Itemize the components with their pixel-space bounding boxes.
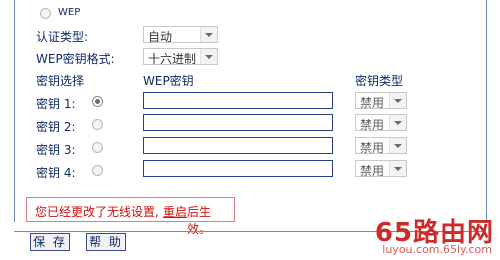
wep-label: WEP — [58, 7, 81, 18]
key-4-input[interactable] — [143, 160, 333, 177]
key-2-radio[interactable] — [92, 119, 103, 130]
reboot-link[interactable]: 重启 — [163, 203, 187, 220]
auth-type-label: 认证类型: — [36, 30, 89, 44]
key-4-type-value: 禁用 — [360, 164, 385, 178]
col-header-key-type: 密钥类型 — [355, 74, 404, 88]
auth-type-select[interactable]: 自动 — [143, 26, 218, 44]
key-3-type-select[interactable]: 禁用 — [355, 137, 407, 155]
key-3-input[interactable] — [143, 137, 333, 154]
key-1-radio[interactable] — [92, 96, 103, 107]
col-header-key-select: 密钥选择 — [36, 74, 85, 88]
notice-text-before: 您已经更改了无线设置, — [35, 205, 159, 219]
key-3-type-value: 禁用 — [360, 141, 385, 155]
frame-left-border — [14, 0, 15, 222]
save-button[interactable]: 保 存 — [30, 233, 70, 251]
chevron-down-icon — [200, 49, 217, 64]
key-1-type-select[interactable]: 禁用 — [355, 92, 407, 110]
key-2-type-value: 禁用 — [360, 118, 385, 132]
wep-radio[interactable] — [40, 8, 51, 19]
frame-right-border — [486, 0, 487, 222]
key-row-label: 密钥 4: — [36, 166, 76, 180]
key-1-type-value: 禁用 — [360, 96, 385, 110]
site-watermark-url: luyou.com.65ly.com — [382, 243, 492, 256]
key-row-label: 密钥 2: — [36, 120, 76, 134]
key-4-radio[interactable] — [92, 165, 103, 176]
wep-key-format-label: WEP密钥格式: — [36, 52, 115, 66]
col-header-wep-key: WEP密钥 — [143, 74, 194, 88]
key-2-type-select[interactable]: 禁用 — [355, 114, 407, 132]
chevron-down-icon — [389, 93, 406, 108]
chevron-down-icon — [389, 161, 406, 176]
key-2-input[interactable] — [143, 114, 333, 131]
key-row-label: 密钥 1: — [36, 97, 76, 111]
key-1-input[interactable] — [143, 92, 333, 109]
key-4-type-select[interactable]: 禁用 — [355, 160, 407, 178]
chevron-down-icon — [200, 27, 217, 42]
wep-key-format-value: 十六进制 — [148, 52, 197, 66]
chevron-down-icon — [389, 138, 406, 153]
auth-type-value: 自动 — [148, 30, 173, 44]
help-button[interactable]: 帮 助 — [86, 233, 126, 251]
key-row-label: 密钥 3: — [36, 143, 76, 157]
wep-key-format-select[interactable]: 十六进制 — [143, 48, 218, 66]
chevron-down-icon — [389, 115, 406, 130]
settings-changed-notice: 您已经更改了无线设置, 重启 后生效。 — [26, 197, 235, 236]
key-3-radio[interactable] — [92, 142, 103, 153]
